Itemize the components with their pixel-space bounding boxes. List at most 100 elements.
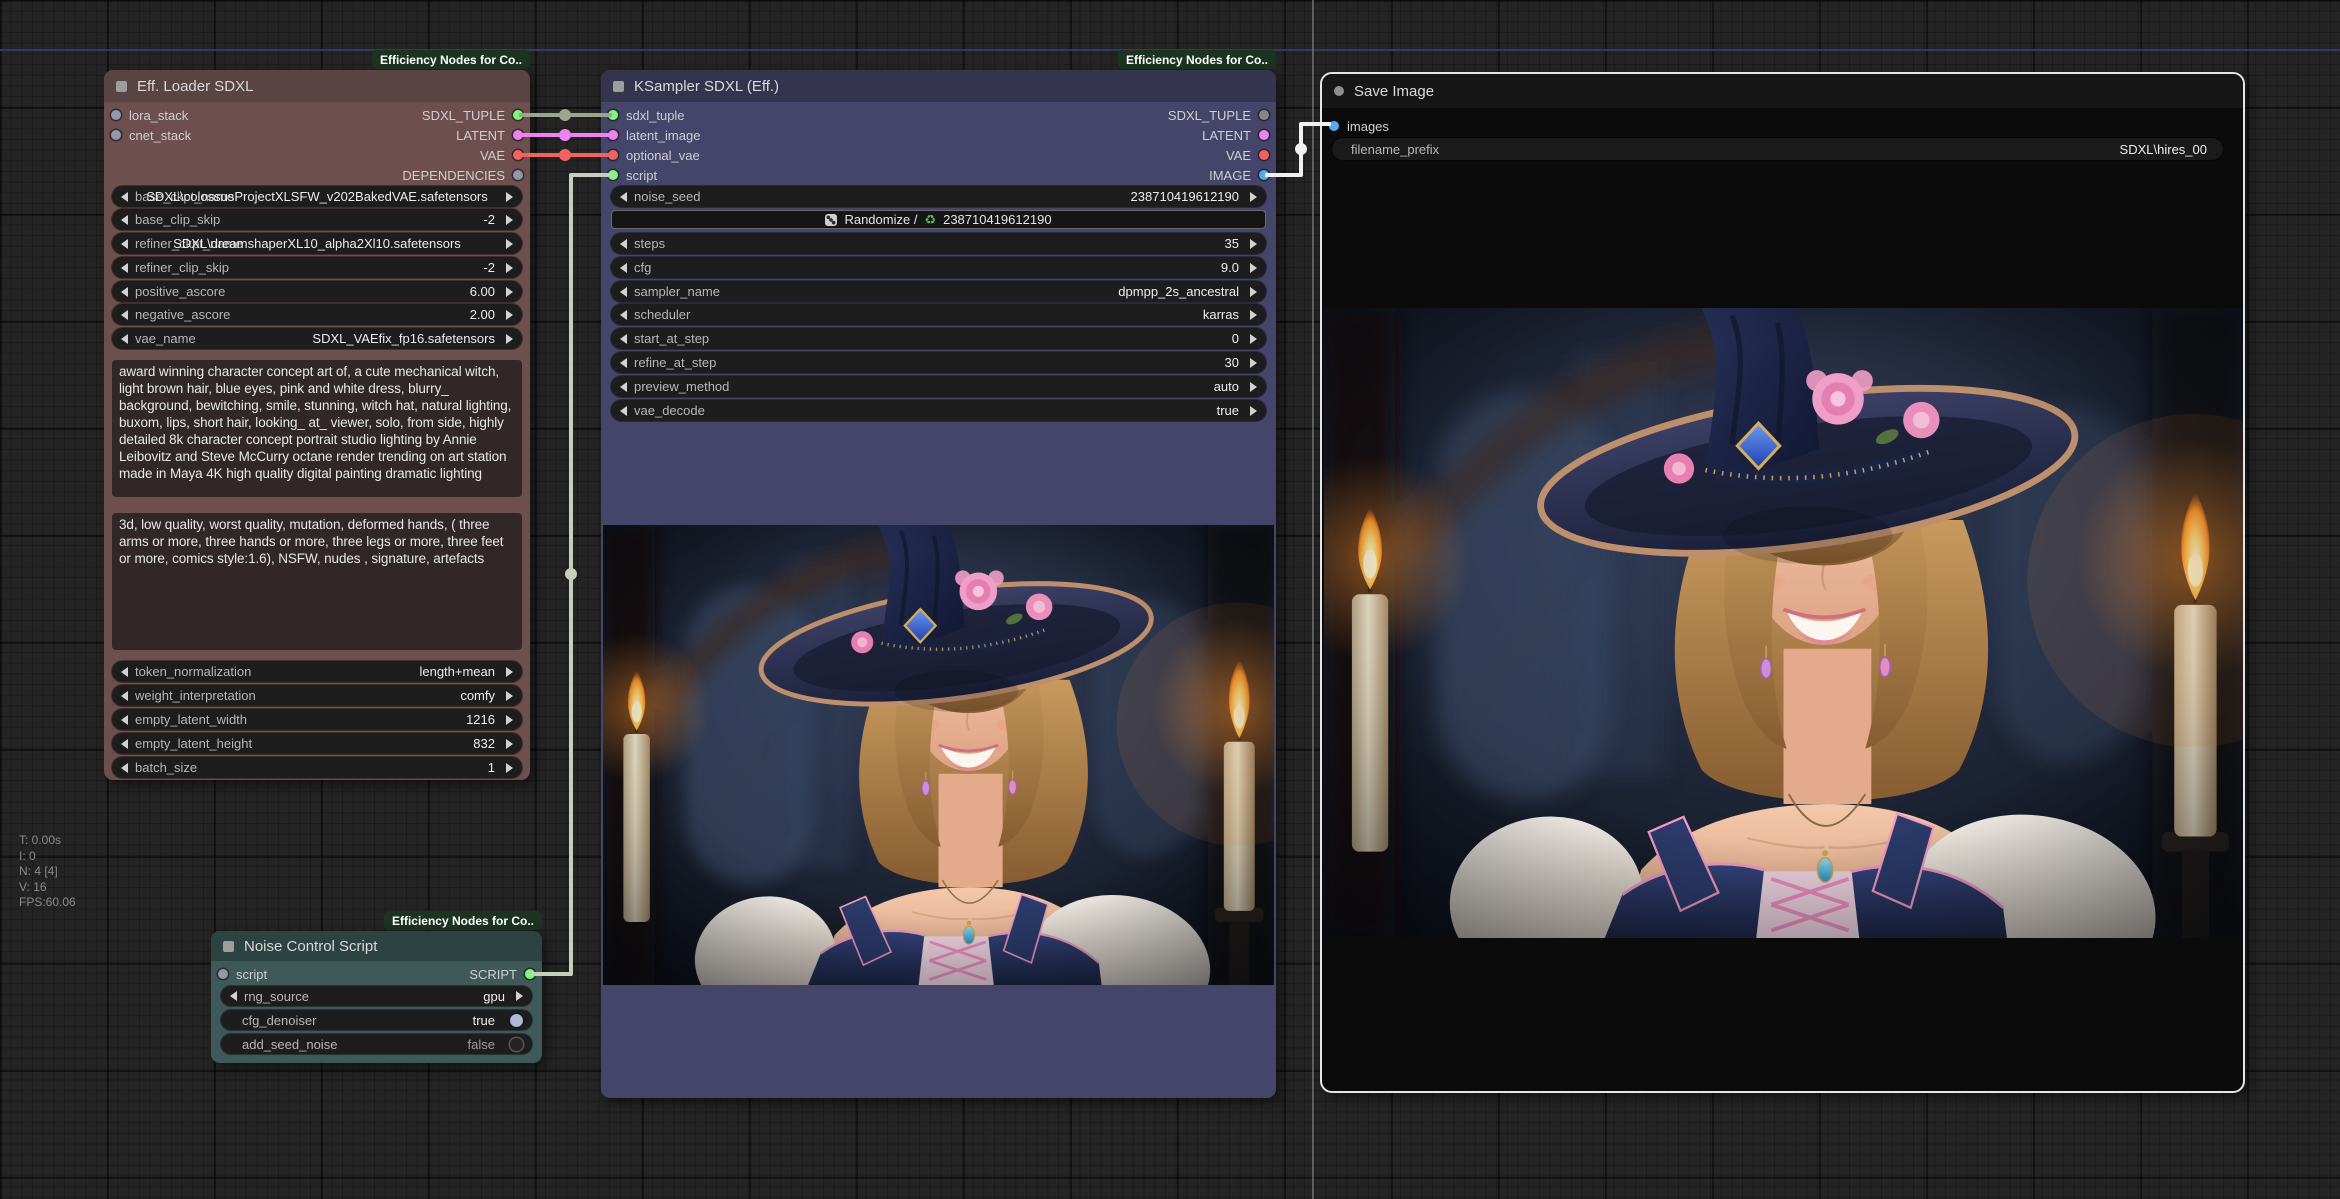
increment-arrow-icon[interactable]: [506, 334, 513, 344]
output-port-latent[interactable]: LATENT: [456, 125, 523, 145]
decrement-arrow-icon[interactable]: [230, 991, 237, 1001]
decrement-arrow-icon[interactable]: [121, 310, 128, 320]
increment-arrow-icon[interactable]: [506, 763, 513, 773]
toggle-off-icon[interactable]: [510, 1038, 523, 1051]
increment-arrow-icon[interactable]: [1250, 382, 1257, 392]
output-port-dependencies[interactable]: DEPENDENCIES: [402, 165, 523, 185]
port-dot-icon[interactable]: [513, 170, 523, 180]
decrement-arrow-icon[interactable]: [620, 334, 627, 344]
increment-arrow-icon[interactable]: [1250, 287, 1257, 297]
widget-vae-decode[interactable]: vae_decode true: [611, 400, 1266, 421]
decrement-arrow-icon[interactable]: [620, 310, 627, 320]
widget-weight-interpretation[interactable]: weight_interpretation comfy: [112, 685, 522, 706]
widget-refine-at-step[interactable]: refine_at_step 30: [611, 352, 1266, 373]
widget-empty-latent-height[interactable]: empty_latent_height 832: [112, 733, 522, 754]
port-dot-icon[interactable]: [513, 150, 523, 160]
input-port-script[interactable]: script: [218, 964, 267, 984]
positive-prompt-textarea[interactable]: award winning character concept art of, …: [112, 360, 522, 497]
widget-noise-seed[interactable]: noise_seed 238710419612190: [611, 186, 1266, 207]
output-port-sdxl-tuple[interactable]: SDXL_TUPLE: [1168, 105, 1269, 125]
node-title-bar[interactable]: Eff. Loader SDXL: [104, 70, 530, 102]
widget-positive-ascore[interactable]: positive_ascore 6.00: [112, 281, 522, 302]
port-dot-icon[interactable]: [218, 969, 228, 979]
input-port-script[interactable]: script: [608, 165, 657, 185]
decrement-arrow-icon[interactable]: [121, 715, 128, 725]
port-dot-icon[interactable]: [608, 110, 618, 120]
decrement-arrow-icon[interactable]: [620, 263, 627, 273]
decrement-arrow-icon[interactable]: [620, 287, 627, 297]
input-port-latent-image[interactable]: latent_image: [608, 125, 700, 145]
node-ksampler-sdxl[interactable]: KSampler SDXL (Eff.) sdxl_tuple latent_i…: [601, 70, 1276, 1098]
node-collapse-icon[interactable]: [613, 81, 624, 92]
increment-arrow-icon[interactable]: [506, 287, 513, 297]
port-dot-icon[interactable]: [1259, 170, 1269, 180]
widget-rng-source[interactable]: rng_source gpu: [221, 986, 532, 1006]
widget-scheduler[interactable]: scheduler karras: [611, 304, 1266, 325]
increment-arrow-icon[interactable]: [506, 667, 513, 677]
decrement-arrow-icon[interactable]: [121, 287, 128, 297]
increment-arrow-icon[interactable]: [516, 991, 523, 1001]
increment-arrow-icon[interactable]: [506, 263, 513, 273]
node-title-bar[interactable]: KSampler SDXL (Eff.): [601, 70, 1276, 102]
decrement-arrow-icon[interactable]: [620, 382, 627, 392]
node-title-bar[interactable]: Noise Control Script: [211, 931, 542, 961]
increment-arrow-icon[interactable]: [1250, 310, 1257, 320]
port-dot-icon[interactable]: [608, 130, 618, 140]
decrement-arrow-icon[interactable]: [121, 239, 128, 249]
port-dot-icon[interactable]: [1259, 130, 1269, 140]
output-port-image[interactable]: IMAGE: [1209, 165, 1269, 185]
widget-refiner-clip-skip[interactable]: refiner_clip_skip -2: [112, 257, 522, 278]
widget-cfg-denoiser[interactable]: cfg_denoiser true: [221, 1010, 532, 1030]
node-save-image[interactable]: Save Image images filename_prefix SDXL\h…: [1320, 72, 2245, 1093]
increment-arrow-icon[interactable]: [506, 715, 513, 725]
increment-arrow-icon[interactable]: [506, 691, 513, 701]
input-port-optional-vae[interactable]: optional_vae: [608, 145, 700, 165]
decrement-arrow-icon[interactable]: [121, 192, 128, 202]
decrement-arrow-icon[interactable]: [121, 763, 128, 773]
decrement-arrow-icon[interactable]: [121, 691, 128, 701]
input-port-cnet-stack[interactable]: cnet_stack: [111, 125, 191, 145]
increment-arrow-icon[interactable]: [506, 739, 513, 749]
widget-vae-name[interactable]: vae_name SDXL_VAEfix_fp16.safetensors: [112, 328, 522, 349]
increment-arrow-icon[interactable]: [506, 215, 513, 225]
decrement-arrow-icon[interactable]: [121, 215, 128, 225]
widget-steps[interactable]: steps 35: [611, 233, 1266, 254]
widget-filename-prefix[interactable]: filename_prefix SDXL\hires_00: [1332, 138, 2223, 160]
increment-arrow-icon[interactable]: [1250, 358, 1257, 368]
port-dot-icon[interactable]: [608, 150, 618, 160]
input-port-images[interactable]: images: [1329, 116, 1389, 136]
node-collapse-icon[interactable]: [1334, 86, 1344, 96]
node-noise-control-script[interactable]: Noise Control Script script SCRIPT rng_s…: [211, 931, 542, 1063]
increment-arrow-icon[interactable]: [1250, 263, 1257, 273]
increment-arrow-icon[interactable]: [506, 239, 513, 249]
node-eff-loader-sdxl[interactable]: Eff. Loader SDXL lora_stack cnet_stack S…: [104, 70, 530, 780]
node-title-bar[interactable]: Save Image: [1322, 74, 2243, 108]
output-port-vae[interactable]: VAE: [480, 145, 523, 165]
widget-batch-size[interactable]: batch_size 1: [112, 757, 522, 778]
output-port-latent[interactable]: LATENT: [1202, 125, 1269, 145]
widget-empty-latent-width[interactable]: empty_latent_width 1216: [112, 709, 522, 730]
widget-preview-method[interactable]: preview_method auto: [611, 376, 1266, 397]
output-port-script[interactable]: SCRIPT: [469, 964, 535, 984]
widget-base-ckpt-name[interactable]: base_ckpt_name SDXL\colossusProjectXLSFW…: [112, 186, 522, 207]
widget-refiner-ckpt-name[interactable]: refiner_ckpt_name SDXL\dreamshaperXL10_a…: [112, 233, 522, 254]
increment-arrow-icon[interactable]: [1250, 334, 1257, 344]
decrement-arrow-icon[interactable]: [620, 239, 627, 249]
port-dot-icon[interactable]: [111, 110, 121, 120]
output-port-vae[interactable]: VAE: [1226, 145, 1269, 165]
widget-sampler-name[interactable]: sampler_name dpmpp_2s_ancestral: [611, 281, 1266, 302]
widget-base-clip-skip[interactable]: base_clip_skip -2: [112, 209, 522, 230]
widget-negative-ascore[interactable]: negative_ascore 2.00: [112, 304, 522, 325]
increment-arrow-icon[interactable]: [1250, 239, 1257, 249]
increment-arrow-icon[interactable]: [1250, 192, 1257, 202]
port-dot-icon[interactable]: [513, 110, 523, 120]
negative-prompt-textarea[interactable]: 3d, low quality, worst quality, mutation…: [112, 513, 522, 650]
widget-add-seed-noise[interactable]: add_seed_noise false: [221, 1034, 532, 1054]
port-dot-icon[interactable]: [513, 130, 523, 140]
decrement-arrow-icon[interactable]: [620, 358, 627, 368]
output-port-sdxl-tuple[interactable]: SDXL_TUPLE: [422, 105, 523, 125]
decrement-arrow-icon[interactable]: [121, 263, 128, 273]
input-port-lora-stack[interactable]: lora_stack: [111, 105, 188, 125]
node-graph-canvas[interactable]: Efficiency Nodes for Co.. Eff. Loader SD…: [0, 0, 2340, 1199]
widget-start-at-step[interactable]: start_at_step 0: [611, 328, 1266, 349]
